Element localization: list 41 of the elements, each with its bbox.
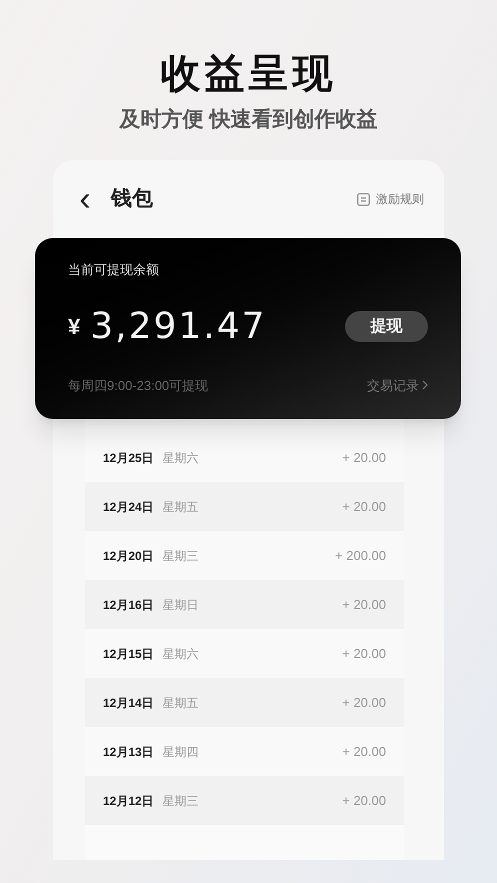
balance-label: 当前可提现余额 bbox=[68, 261, 160, 279]
transaction-amount: + 20.00 bbox=[342, 448, 386, 467]
transaction-date: 12月20日 bbox=[103, 548, 154, 564]
transaction-date: 12月24日 bbox=[103, 498, 154, 516]
transaction-date: 12月25日 bbox=[103, 450, 154, 466]
transaction-weekday: 星期五 bbox=[162, 498, 199, 516]
transaction-date: 12月13日 bbox=[103, 744, 154, 760]
transaction-weekday: 星期六 bbox=[162, 450, 199, 466]
records-link[interactable]: 交易记录 bbox=[367, 376, 428, 395]
transaction-row[interactable]: 12月14日 星期五 + 20.00 bbox=[85, 678, 404, 727]
transaction-row[interactable]: 12月24日 星期五 + 20.00 bbox=[85, 482, 404, 531]
transaction-weekday: 星期六 bbox=[162, 646, 199, 662]
transaction-amount: + 20.00 bbox=[342, 694, 386, 712]
transaction-amount: + 20.00 bbox=[342, 792, 386, 810]
balance-amount: 3,291.47 bbox=[90, 304, 267, 348]
transaction-amount: + 20.00 bbox=[342, 644, 386, 663]
transaction-amount: + 20.00 bbox=[342, 596, 386, 614]
chevron-right-icon bbox=[422, 380, 428, 390]
transaction-date: 12月16日 bbox=[103, 596, 154, 614]
transaction-amount: + 20.00 bbox=[342, 498, 386, 516]
withdraw-schedule: 每周四9:00-23:00可提现 bbox=[68, 376, 208, 394]
transaction-weekday: 星期五 bbox=[162, 694, 199, 712]
withdraw-button[interactable]: 提现 bbox=[345, 311, 428, 342]
headline: 收益呈现 bbox=[160, 51, 336, 98]
transaction-weekday: 星期日 bbox=[162, 596, 199, 614]
transaction-amount: + 20.00 bbox=[342, 742, 386, 761]
rules-link[interactable]: 激励规则 bbox=[357, 190, 424, 208]
back-button[interactable]: ‹ bbox=[73, 182, 97, 216]
transaction-row[interactable]: 12月12日 星期三 + 20.00 bbox=[85, 776, 404, 825]
transaction-weekday: 星期三 bbox=[162, 548, 199, 564]
page-title: 钱包 bbox=[111, 186, 153, 212]
transaction-date: 12月15日 bbox=[103, 646, 154, 662]
transaction-row[interactable]: 12月16日 星期日 + 20.00 bbox=[85, 580, 404, 629]
transaction-weekday: 星期三 bbox=[162, 792, 199, 810]
transaction-amount: + 200.00 bbox=[335, 546, 386, 565]
subtitle: 及时方便 快速看到创作收益 bbox=[120, 106, 378, 133]
transaction-date: 12月14日 bbox=[103, 694, 154, 712]
document-icon bbox=[357, 192, 370, 206]
transaction-weekday: 星期四 bbox=[162, 744, 199, 760]
currency-symbol: ¥ bbox=[68, 313, 80, 341]
transaction-date: 12月12日 bbox=[103, 792, 154, 810]
